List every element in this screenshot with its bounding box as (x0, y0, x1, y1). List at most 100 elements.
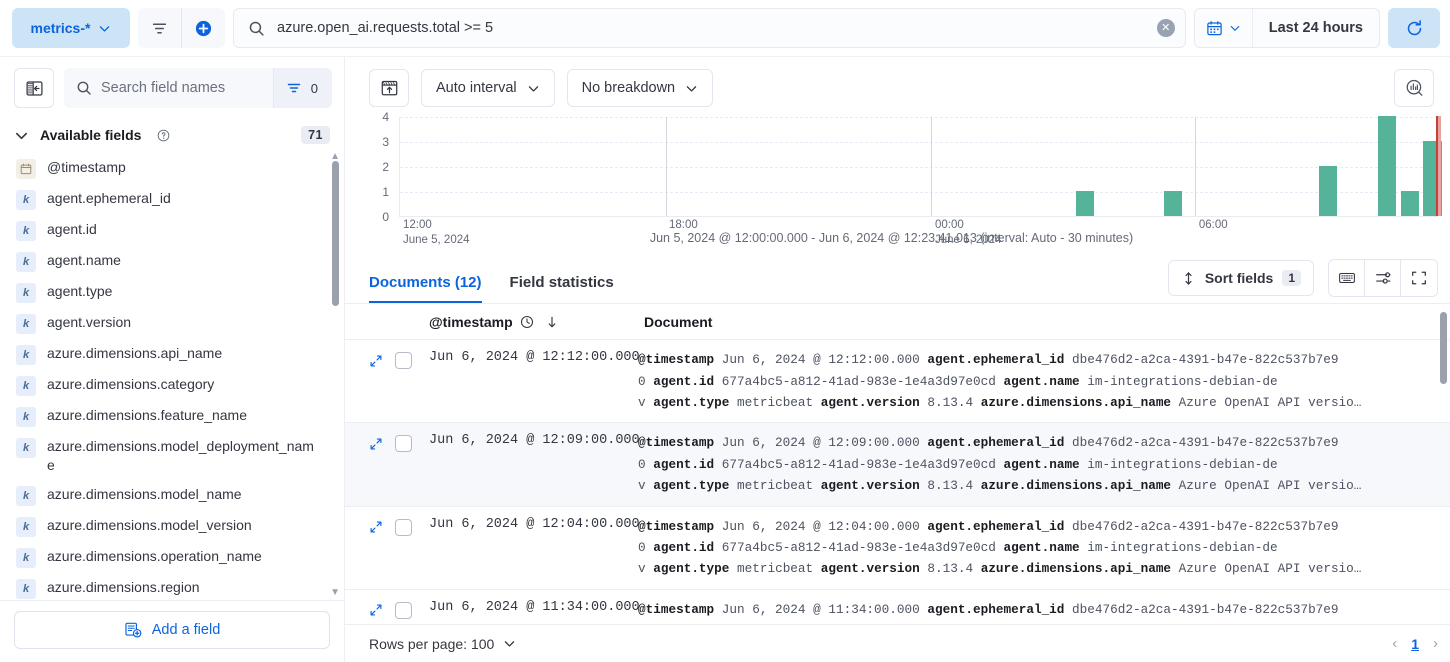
document-field-value: Azure OpenAI API versio… (1179, 478, 1362, 493)
document-line: @timestamp Jun 6, 2024 @ 12:09:00.000 ag… (638, 432, 1442, 453)
collapse-sidebar-icon[interactable] (14, 68, 54, 108)
query-input-container[interactable]: azure.open_ai.requests.total >= 5 ✕ (233, 8, 1186, 48)
page-number-1[interactable]: 1 (1411, 636, 1419, 652)
visualize-lens-icon (1404, 78, 1425, 99)
display-options-icon[interactable] (1365, 260, 1401, 296)
expand-row-icon[interactable] (369, 437, 383, 451)
search-input[interactable]: azure.open_ai.requests.total >= 5 (277, 20, 1145, 36)
expand-row-icon[interactable] (369, 603, 383, 617)
previous-page-button[interactable]: ‹ (1392, 635, 1397, 652)
x-tick-date: June 5, 2024 (403, 233, 470, 248)
search-icon (76, 80, 92, 96)
document-field-value: 0 (638, 374, 646, 389)
document-line: @timestamp Jun 6, 2024 @ 11:34:00.000 ag… (638, 599, 1442, 620)
column-header-timestamp[interactable]: @timestamp (369, 314, 638, 330)
field-list-item[interactable]: kazure.dimensions.model_version (0, 511, 328, 542)
field-list-item[interactable]: kazure.dimensions.model_deployment_name (0, 432, 328, 480)
add-a-field-button[interactable]: Add a field (14, 611, 330, 649)
sort-fields-count: 1 (1282, 270, 1301, 286)
time-range-display[interactable]: Last 24 hours (1253, 9, 1379, 47)
tab-field-statistics[interactable]: Field statistics (510, 275, 614, 303)
field-list-item[interactable]: kazure.dimensions.feature_name (0, 401, 328, 432)
document-line: v agent.type metricbeat agent.version 8.… (638, 392, 1442, 413)
field-list-item[interactable]: kazure.dimensions.category (0, 370, 328, 401)
rows-per-page-selector[interactable]: Rows per page: 100 (369, 636, 516, 652)
field-list-item[interactable]: kazure.dimensions.api_name (0, 339, 328, 370)
expand-row-icon[interactable] (369, 354, 383, 368)
field-list[interactable]: ▲ ▼ @timestampkagent.ephemeral_idkagent.… (0, 153, 344, 600)
refresh-button[interactable] (1388, 8, 1440, 48)
row-checkbox[interactable] (395, 602, 412, 619)
field-list-item[interactable]: kazure.dimensions.region (0, 573, 328, 600)
breakdown-selector[interactable]: No breakdown (567, 69, 714, 107)
column-header-document[interactable]: Document (638, 314, 1450, 330)
table-scrollbar-thumb[interactable] (1440, 312, 1447, 384)
histogram-chart-container: 01234 12:00June 5, 202418:0000:00June 6,… (345, 117, 1438, 260)
histogram-chart[interactable]: 01234 12:00June 5, 202418:0000:00June 6,… (369, 117, 1438, 222)
keyboard-shortcuts-icon[interactable] (1329, 260, 1365, 296)
date-quick-select-button[interactable] (1195, 9, 1253, 47)
document-field-key: azure.dimensions.api_name (981, 478, 1171, 493)
scroll-down-arrow-icon[interactable]: ▼ (330, 587, 340, 598)
field-list-item[interactable]: kagent.version (0, 308, 328, 339)
sort-fields-button[interactable]: Sort fields 1 (1168, 260, 1314, 296)
interval-selector[interactable]: Auto interval (421, 69, 555, 107)
table-row[interactable]: Jun 6, 2024 @ 11:34:00.000@timestamp Jun… (345, 590, 1450, 624)
toggle-chart-button[interactable] (369, 69, 409, 107)
tab-documents[interactable]: Documents (12) (369, 275, 482, 303)
document-field-value: 8.13.4 (927, 478, 973, 493)
row-checkbox[interactable] (395, 519, 412, 536)
x-axis-gridline (931, 117, 932, 216)
document-field-key: @timestamp (638, 602, 714, 617)
field-list-item[interactable]: kagent.ephemeral_id (0, 184, 328, 215)
add-filter-icon[interactable] (182, 8, 225, 48)
keyword-field-type-icon: k (16, 486, 36, 506)
table-row[interactable]: Jun 6, 2024 @ 12:09:00.000@timestamp Jun… (345, 423, 1450, 506)
document-field-value: Jun 6, 2024 @ 12:04:00.000 (722, 519, 920, 534)
document-field-key: agent.version (821, 478, 920, 493)
document-field-value: im-integrations-debian-de (1087, 540, 1277, 555)
plot-area[interactable] (399, 117, 1438, 217)
field-list-item[interactable]: kazure.dimensions.model_name (0, 480, 328, 511)
interval-label: Auto interval (436, 80, 517, 96)
search-field-names-input[interactable] (92, 79, 273, 97)
next-page-button[interactable]: › (1433, 635, 1438, 652)
sidebar-scrollbar-thumb[interactable] (332, 161, 339, 306)
histogram-bar[interactable] (1319, 166, 1337, 216)
clear-search-icon[interactable]: ✕ (1157, 19, 1175, 37)
table-row[interactable]: Jun 6, 2024 @ 12:04:00.000@timestamp Jun… (345, 507, 1450, 590)
filter-icon[interactable] (138, 8, 181, 48)
expand-row-icon[interactable] (369, 520, 383, 534)
data-view-selector[interactable]: metrics-* (12, 8, 130, 48)
breakdown-label: No breakdown (582, 80, 676, 96)
field-list-item[interactable]: @timestamp (0, 153, 328, 184)
fields-sidebar: 0 Available fields 71 ▲ ▼ @timestampkage… (0, 57, 345, 662)
row-checkbox[interactable] (395, 352, 412, 369)
x-tick-time: 12:00 (403, 219, 432, 231)
row-checkbox[interactable] (395, 435, 412, 452)
gridline (400, 142, 1438, 143)
scroll-up-arrow-icon[interactable]: ▲ (330, 153, 340, 162)
x-axis-tick: 00:00June 6, 2024 (931, 218, 1002, 248)
field-list-item[interactable]: kagent.id (0, 215, 328, 246)
now-annotation-line[interactable] (1436, 116, 1438, 216)
histogram-bar[interactable] (1378, 116, 1396, 216)
row-timestamp: Jun 6, 2024 @ 12:09:00.000 (429, 432, 638, 448)
field-name: azure.dimensions.model_version (47, 516, 252, 535)
edit-visualization-button[interactable] (1394, 69, 1434, 107)
field-list-item[interactable]: kazure.dimensions.operation_name (0, 542, 328, 573)
histogram-bar[interactable] (1076, 191, 1094, 216)
y-axis-tick: 4 (382, 110, 389, 124)
arrow-down-icon[interactable] (545, 315, 559, 329)
table-row[interactable]: Jun 6, 2024 @ 12:12:00.000@timestamp Jun… (345, 340, 1450, 423)
available-fields-header[interactable]: Available fields 71 (0, 117, 344, 153)
histogram-bar[interactable] (1164, 191, 1182, 216)
field-list-item[interactable]: kagent.type (0, 277, 328, 308)
fullscreen-icon[interactable] (1401, 260, 1437, 296)
document-line: @timestamp Jun 6, 2024 @ 12:04:00.000 ag… (638, 516, 1442, 537)
question-in-circle-icon[interactable] (157, 129, 170, 142)
histogram-bar[interactable] (1401, 191, 1419, 216)
field-list-item[interactable]: kagent.name (0, 246, 328, 277)
row-document-summary: @timestamp Jun 6, 2024 @ 11:34:00.000 ag… (638, 599, 1450, 620)
field-type-filter-button[interactable]: 0 (273, 68, 332, 108)
